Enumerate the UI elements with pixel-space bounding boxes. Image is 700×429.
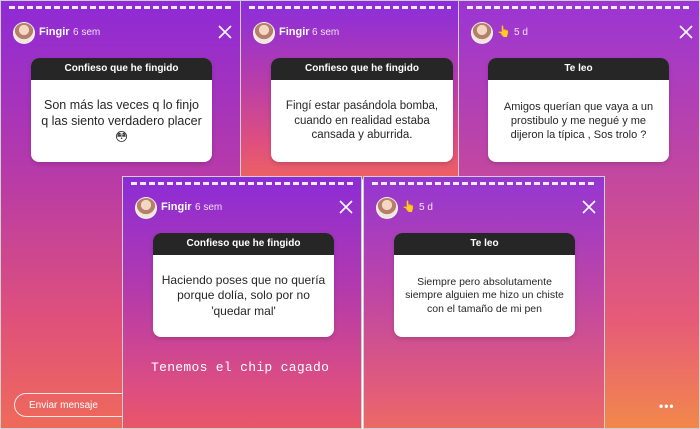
story-caption: Tenemos el chip cagado bbox=[151, 360, 330, 375]
story-panel-2: Fingir 6 sem Confieso que he fingido Fin… bbox=[240, 0, 460, 180]
avatar[interactable] bbox=[135, 197, 157, 219]
more-dots-icon[interactable]: ••• bbox=[659, 399, 675, 413]
question-card: Confieso que he fingido Fingí estar pasá… bbox=[271, 58, 453, 162]
close-icon[interactable] bbox=[582, 200, 596, 214]
story-progress-bar bbox=[9, 6, 233, 9]
username[interactable]: Fingir bbox=[39, 26, 70, 38]
question-header: Te leo bbox=[394, 233, 575, 255]
post-time: 6 sem bbox=[195, 202, 223, 213]
story-panel-5: 👆 5 d Te leo Siempre pero absolutamente … bbox=[363, 176, 605, 429]
post-time: 5 d bbox=[514, 27, 528, 38]
avatar[interactable] bbox=[471, 22, 493, 44]
question-answer: Siempre pero absolutamente siempre algui… bbox=[405, 275, 564, 315]
post-time: 5 d bbox=[419, 202, 433, 213]
username[interactable]: Fingir bbox=[161, 201, 192, 213]
question-answer: Haciendo poses que no quería porque dolí… bbox=[161, 272, 326, 318]
avatar[interactable] bbox=[253, 22, 275, 44]
close-icon[interactable] bbox=[218, 25, 232, 39]
question-header: Confieso que he fingido bbox=[271, 58, 453, 80]
pointing-hand-emoji: 👆 bbox=[497, 26, 511, 38]
story-progress-bar bbox=[372, 182, 596, 185]
question-header: Te leo bbox=[488, 58, 669, 80]
question-header: Confieso que he fingido bbox=[153, 233, 334, 255]
story-progress-bar bbox=[467, 6, 691, 9]
question-card: Confieso que he fingido Son más las vece… bbox=[31, 58, 212, 162]
question-answer: Fingí estar pasándola bomba, cuando en r… bbox=[285, 99, 439, 142]
question-answer: Son más las veces q lo finjo q las sient… bbox=[41, 98, 202, 144]
question-card: Te leo Siempre pero absolutamente siempr… bbox=[394, 233, 575, 337]
question-header: Confieso que he fingido bbox=[31, 58, 212, 80]
close-icon[interactable] bbox=[679, 25, 693, 39]
story-progress-bar bbox=[131, 182, 353, 185]
username[interactable]: Fingir bbox=[279, 26, 310, 38]
question-card: Te leo Amigos querían que vaya a un pros… bbox=[488, 58, 669, 162]
post-time: 6 sem bbox=[73, 27, 101, 38]
question-answer: Amigos querían que vaya a un prostibulo … bbox=[503, 100, 654, 142]
post-time: 6 sem bbox=[312, 27, 340, 38]
avatar[interactable] bbox=[13, 22, 35, 44]
question-card: Confieso que he fingido Haciendo poses q… bbox=[153, 233, 334, 337]
avatar[interactable] bbox=[376, 197, 398, 219]
close-icon[interactable] bbox=[339, 200, 353, 214]
story-panel-4: Fingir 6 sem Confieso que he fingido Hac… bbox=[122, 176, 362, 429]
pointing-hand-emoji: 👆 bbox=[402, 201, 416, 213]
story-progress-bar bbox=[249, 6, 451, 9]
